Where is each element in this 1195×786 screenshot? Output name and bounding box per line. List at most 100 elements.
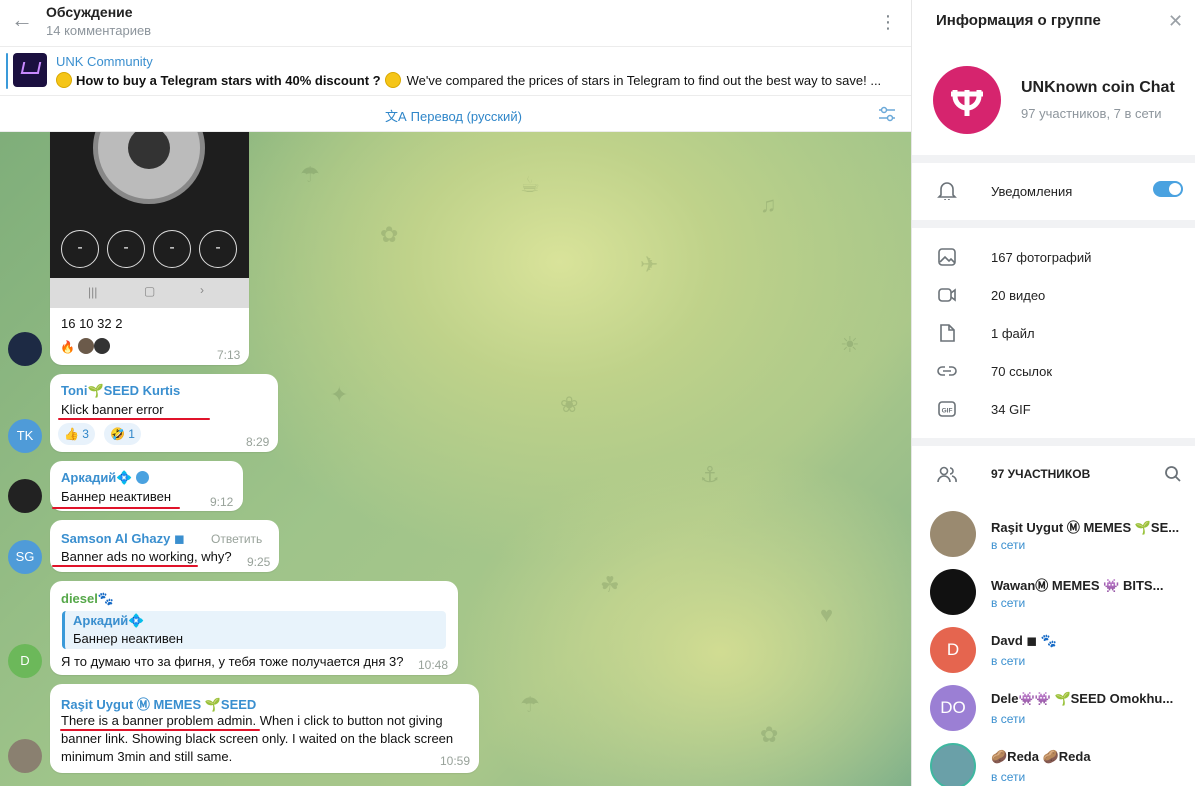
group-subtitle: 97 участников, 7 в сети [1021,106,1162,121]
pinned-indicator [6,53,8,89]
verified-icon [135,471,149,484]
quote-author: Аркадий💠 [73,613,145,628]
red-underline [58,418,210,420]
doodle-icon: ♥ [820,602,834,627]
member-name[interactable]: 🥔Reda 🥔Reda [991,749,1187,765]
pinned-title: UNK Community [56,54,153,69]
notifications-label[interactable]: Уведомления [991,184,1072,199]
member-status: в сети [991,654,1026,668]
member-name[interactable]: Dele👾👾 🌱SEED Omokhu... [991,691,1187,707]
doodle-icon: ♫ [760,192,777,217]
panel-title: Информация о группе [936,12,1101,29]
red-underline [52,507,180,509]
recents-icon: ||| [88,285,98,299]
author-name[interactable]: diesel🐾 [61,591,114,607]
media-links[interactable]: 70 ссылок [991,364,1052,379]
avatar[interactable] [8,739,42,773]
reply-button[interactable]: Ответить [211,532,262,546]
notifications-toggle[interactable] [1153,181,1183,197]
red-underline [52,565,198,567]
coin-emoji-icon [56,72,72,88]
back-arrow-icon[interactable]: ← [10,9,34,33]
divider [912,220,1195,228]
link-icon [937,366,957,376]
avatar[interactable] [8,332,42,366]
member-status: в сети [991,770,1026,784]
doodle-icon: ❀ [560,392,579,417]
member-avatar[interactable] [930,511,976,557]
search-icon[interactable] [1164,465,1182,483]
pinned-text: How to buy a Telegram stars with 40% dis… [56,72,901,88]
translate-bar: 文A Перевод (русский) [0,96,911,132]
doodle-icon: ☀ [840,332,860,357]
doodle-icon: ✦ [330,382,349,407]
video-icon [938,288,956,302]
doodle-icon: ⚓ [700,462,720,487]
keypad-slot: - [199,230,237,268]
doodle-icon: ✿ [380,222,399,247]
doodle-icon: ☕ [520,172,540,197]
avatar[interactable]: TK [8,419,42,453]
media-photos[interactable]: 167 фотографий [991,250,1091,265]
member-name[interactable]: Davd ◼ 🐾 [991,633,1187,649]
reaction-laugh[interactable]: 🤣 1 [104,423,141,445]
translate-icon: 文A [385,109,407,124]
divider [912,155,1195,163]
back-nav-icon: › [200,283,204,297]
doodle-icon: ✈ [640,252,659,277]
media-gifs[interactable]: 34 GIF [991,402,1031,417]
message-text: Баннер неактивен [61,489,172,504]
avatar[interactable] [8,479,42,513]
author-name[interactable]: Samson Al Ghazy ◼ [61,531,185,547]
message-text: banner link. Showing black screen only. … [61,731,454,746]
home-icon: ▢ [144,284,156,298]
message-time: 9:12 [210,495,234,509]
member-avatar[interactable] [930,743,976,786]
more-options-icon[interactable]: ⋮ [878,8,898,36]
keypad-slot: - [61,230,99,268]
media-videos[interactable]: 20 видео [991,288,1045,303]
message-time: 10:48 [418,658,449,672]
translate-settings-icon[interactable] [878,106,896,122]
file-icon [940,324,955,342]
member-name[interactable]: Raşit Uygut Ⓜ MEMES 🌱SE... [991,517,1187,536]
avatar[interactable]: D [8,644,42,678]
dial-image [93,132,205,204]
message-text: There is a banner problem admin. When i … [61,713,443,728]
author-name[interactable]: Аркадий💠 [61,470,149,486]
translate-button[interactable]: 文A Перевод (русский) [385,106,522,125]
message-text: Klick banner error [61,402,164,417]
pinned-thumbnail [13,53,47,87]
comment-count: 14 комментариев [46,23,152,38]
message-time: 10:59 [440,754,471,768]
member-avatar[interactable] [930,569,976,615]
discussion-pane: ← Обсуждение 14 комментариев ⋮ UNK Commu… [0,0,912,786]
reactions[interactable]: 🔥 [60,336,110,358]
member-status: в сети [991,538,1026,552]
member-avatar[interactable]: DO [930,685,976,731]
unk-logo-icon [951,90,983,116]
member-avatar[interactable]: D [930,627,976,673]
message-time: 8:29 [246,435,270,449]
members-header: 97 УЧАСТНИКОВ [991,467,1091,481]
photo-icon [938,248,956,266]
keypad-slot: - [107,230,145,268]
doodle-icon: ☂ [300,162,320,187]
coin-emoji-icon [384,72,401,88]
member-status: в сети [991,712,1026,726]
reply-quote[interactable]: Аркадий💠 Баннер неактивен [62,611,446,649]
avatar[interactable]: SG [8,540,42,574]
member-name[interactable]: WawanⓂ MEMES 👾 BITS... [991,575,1187,594]
quote-text: Баннер неактивен [73,631,184,646]
close-icon[interactable]: ✕ [1168,11,1183,32]
group-info-panel: Информация о группе ✕ UNKnown coin Chat … [912,0,1195,786]
doodle-icon: ✿ [760,722,779,747]
reaction-thumbs-up[interactable]: 👍 3 [58,423,95,445]
message-list[interactable]: ☂ ✿ ☕ ✈ ♫ ☀ ❀ ⚓ ✦ ☘ ♥ ☂ ✿ - - - - ||| ▢ [0,132,911,786]
message-text: 16 10 32 2 [61,316,123,331]
pinned-message[interactable]: UNK Community How to buy a Telegram star… [0,47,911,96]
author-name[interactable]: Raşit Uygut Ⓜ MEMES 🌱SEED [61,694,256,713]
media-files[interactable]: 1 файл [991,326,1035,341]
author-name[interactable]: Toni🌱SEED Kurtis [61,383,180,399]
group-avatar[interactable] [933,66,1001,134]
